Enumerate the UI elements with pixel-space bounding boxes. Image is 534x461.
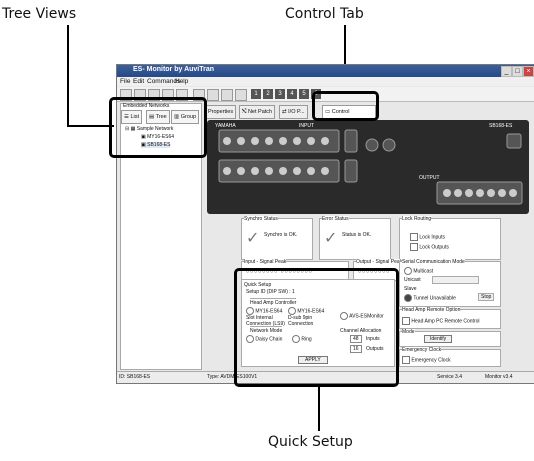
tree-views-highlight	[109, 97, 207, 158]
head-amp-remote-label: Head Amp PC Remote Control	[411, 318, 480, 325]
multicast-radio[interactable]: Multicast	[404, 267, 433, 275]
device-rack-image: YAMAHA SB168-ES INPUT OUTPUT	[207, 120, 529, 214]
lock-outputs-checkbox[interactable]: Lock Outputs	[410, 243, 449, 251]
toolbar-4[interactable]: 4	[287, 89, 297, 99]
device-connectors	[218, 129, 523, 205]
stop-button[interactable]: Stop	[478, 293, 495, 301]
toolbar-1[interactable]: 1	[251, 89, 261, 99]
tab-label: Properties	[208, 109, 234, 115]
emergency-label: Emergency Clock	[411, 357, 451, 364]
lock-outputs-label: Lock Outputs	[419, 244, 449, 251]
synchro-status-group: Synchro Status ✓ Synchro is OK.	[241, 216, 313, 260]
input-peak-title: Input - Signal Peak	[244, 259, 287, 265]
status-service: Service 3.4	[437, 374, 463, 380]
status-monitor: Monitor v3.4	[485, 374, 513, 380]
io-tab-icon: ⇄	[282, 109, 287, 115]
error-text: Status is OK.	[342, 232, 372, 238]
lock-routing-group: Lock Routing Lock Inputs Lock Outputs	[399, 216, 501, 260]
menu-bar: File Edit Commands Help	[117, 77, 534, 86]
tab-properties[interactable]: Properties	[205, 105, 237, 119]
multicast-label: Multicast	[413, 268, 434, 275]
control-tab-highlight	[312, 91, 379, 121]
patch-tab-icon: ⤭	[242, 109, 247, 115]
lock-routing-title: Lock Routing	[402, 216, 432, 222]
menu-file[interactable]: File	[120, 78, 130, 85]
menu-edit[interactable]: Edit	[133, 78, 144, 85]
status-id: ID: SB168-ES	[119, 374, 151, 380]
link-icon[interactable]	[235, 89, 247, 101]
head-amp-remote-title: Head Amp Remote Option	[402, 307, 461, 313]
unicast-select[interactable]	[432, 276, 479, 284]
toolbar-5[interactable]: 5	[299, 89, 309, 99]
output-peak-title: Output - Signal Peak	[356, 259, 403, 265]
serial-title: Serial Communication Mode	[402, 259, 465, 265]
minimize-icon[interactable]: _	[501, 66, 512, 77]
synchro-title: Synchro Status	[244, 216, 278, 222]
serial-comm-group: Serial Communication Mode Multicast Unic…	[399, 259, 501, 307]
tunnel-radio[interactable]: Tunnel Unavailable	[404, 294, 456, 302]
tree-views-leader	[67, 25, 69, 126]
mode-group: Mode Identify	[399, 329, 501, 347]
error-check-icon: ✓	[324, 230, 338, 247]
head-amp-remote-group: Head Amp Remote Option Head Amp PC Remot…	[399, 307, 501, 329]
title-bar: ES- Monitor by AuviTran _ □ ×	[117, 65, 534, 77]
control-tab-callout: Control Tab	[285, 6, 364, 22]
quick-setup-leader	[318, 380, 320, 431]
error-title: Error Status	[322, 216, 349, 222]
toolbar-2[interactable]: 2	[263, 89, 273, 99]
close-icon[interactable]: ×	[523, 66, 534, 77]
tab-io-patch[interactable]: ⇄ I/O P...	[279, 105, 308, 119]
tree-views-callout: Tree Views	[2, 6, 77, 22]
lock-inputs-checkbox[interactable]: Lock Inputs	[410, 233, 445, 241]
tab-label: Net Patch	[247, 109, 273, 115]
quick-setup-highlight	[234, 268, 399, 387]
tab-label: I/O P...	[288, 109, 305, 115]
tree-views-leader-h	[67, 125, 114, 127]
emergency-clock-group: Emergency Clock Emergency Clock	[399, 347, 501, 367]
head-amp-remote-checkbox[interactable]: Head Amp PC Remote Control	[402, 317, 479, 325]
emergency-checkbox[interactable]: Emergency Clock	[402, 356, 451, 364]
synchro-text: Synchro is OK.	[264, 232, 298, 238]
lock-inputs-label: Lock Inputs	[419, 234, 445, 241]
identify-button[interactable]: Identify	[424, 335, 453, 343]
slave-label: Slave	[404, 286, 417, 292]
tunnel-label: Tunnel Unavailable	[413, 295, 456, 302]
unicast-label: Unicast	[404, 277, 421, 283]
error-status-group: Error Status ✓ Status is OK.	[319, 216, 391, 260]
toolbar-3[interactable]: 3	[275, 89, 285, 99]
emergency-title: Emergency Clock	[402, 347, 442, 353]
synchro-check-icon: ✓	[246, 230, 260, 247]
tab-net-patch[interactable]: ⤭ Net Patch	[239, 105, 276, 119]
quick-setup-callout: Quick Setup	[268, 434, 353, 450]
window-title: ES- Monitor by AuviTran	[133, 66, 215, 73]
monitor-icon[interactable]	[221, 89, 233, 101]
mode-title: Mode	[402, 329, 415, 335]
clock-icon[interactable]	[207, 89, 219, 101]
maximize-icon[interactable]: □	[512, 66, 523, 77]
menu-help[interactable]: Help	[175, 78, 188, 85]
